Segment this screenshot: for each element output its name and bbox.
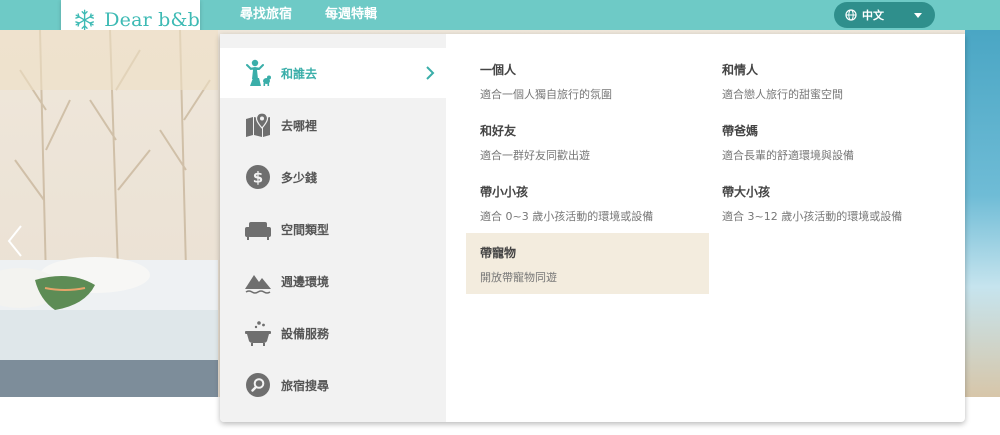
category-with-whom[interactable]: 和誰去 [220, 48, 446, 98]
chevron-right-icon [426, 66, 435, 80]
category-surroundings[interactable]: 週邊環境 [220, 256, 446, 306]
language-label: 中文 [862, 9, 884, 22]
option-description: 適合長輩的舒適環境與設備 [722, 149, 854, 162]
category-label: 週邊環境 [281, 274, 330, 289]
option-older-kids[interactable]: 帶大小孩 適合 3~12 歲小孩活動的環境或設備 [708, 172, 951, 233]
category-label: 空間類型 [281, 222, 330, 237]
category-label: 設備服務 [281, 326, 330, 341]
nav-find-lodging[interactable]: 尋找旅宿 [240, 0, 292, 30]
mountain-icon [245, 275, 271, 294]
option-title: 帶爸媽 [722, 124, 759, 138]
bathtub-icon [245, 321, 271, 346]
option-title: 帶大小孩 [722, 185, 771, 199]
caret-down-icon [914, 13, 922, 18]
logo-text: Dear b&b [104, 9, 200, 31]
option-description: 適合一個人獨自旅行的氛圍 [480, 88, 612, 101]
hero-right-image-strip [965, 30, 1000, 397]
family-icon [246, 59, 271, 86]
dollar-icon: $ [246, 165, 270, 189]
option-description: 適合 3~12 歲小孩活動的環境或設備 [722, 210, 903, 223]
option-description: 開放帶寵物同遊 [480, 271, 557, 284]
search-icon [246, 373, 270, 397]
option-description: 適合一群好友同歡出遊 [480, 149, 590, 162]
category-space-type[interactable]: 空間類型 [220, 204, 446, 254]
category-facilities[interactable]: 設備服務 [220, 308, 446, 358]
globe-icon [845, 9, 857, 21]
category-label: 去哪裡 [281, 118, 318, 133]
option-title: 帶小小孩 [480, 185, 529, 199]
option-toddlers[interactable]: 帶小小孩 適合 0~3 歲小孩活動的環境或設備 [466, 172, 709, 233]
option-grid: 一個人 適合一個人獨自旅行的氛圍 和情人 適合戀人旅行的甜蜜空間 和好友 適合一… [446, 34, 965, 422]
option-title: 和好友 [480, 124, 517, 138]
nav-weekly-features[interactable]: 每週特輯 [325, 0, 377, 30]
category-list: 和誰去 去哪裡 $ 多少錢 空間類型 週邊環境 設備服務 旅宿搜尋 [220, 34, 446, 422]
option-friends[interactable]: 和好友 適合一群好友同歡出遊 [466, 111, 709, 172]
sofa-icon [245, 222, 271, 240]
category-where[interactable]: 去哪裡 [220, 100, 446, 150]
language-selector[interactable]: 中文 [834, 2, 935, 28]
category-label: 和誰去 [281, 66, 318, 81]
svg-text:$: $ [253, 169, 263, 187]
option-title: 帶寵物 [480, 246, 517, 260]
option-title: 一個人 [480, 63, 517, 77]
category-price[interactable]: $ 多少錢 [220, 152, 446, 202]
category-lodging-search[interactable]: 旅宿搜尋 [220, 360, 446, 410]
option-title: 和情人 [722, 63, 759, 77]
option-solo[interactable]: 一個人 適合一個人獨自旅行的氛圍 [466, 50, 709, 111]
category-label: 多少錢 [281, 170, 318, 185]
chevron-left-icon[interactable] [6, 224, 24, 258]
search-mega-menu: 和誰去 去哪裡 $ 多少錢 空間類型 週邊環境 設備服務 旅宿搜尋 一個人 適合… [220, 34, 965, 422]
category-label: 旅宿搜尋 [281, 378, 330, 393]
option-description: 適合 0~3 歲小孩活動的環境或設備 [480, 210, 654, 223]
snowflake-logo-icon [75, 9, 95, 31]
option-description: 適合戀人旅行的甜蜜空間 [722, 88, 843, 101]
map-icon [246, 112, 270, 137]
option-parents[interactable]: 帶爸媽 適合長輩的舒適環境與設備 [708, 111, 951, 172]
option-pets[interactable]: 帶寵物 開放帶寵物同遊 [466, 233, 709, 294]
option-couple[interactable]: 和情人 適合戀人旅行的甜蜜空間 [708, 50, 951, 111]
